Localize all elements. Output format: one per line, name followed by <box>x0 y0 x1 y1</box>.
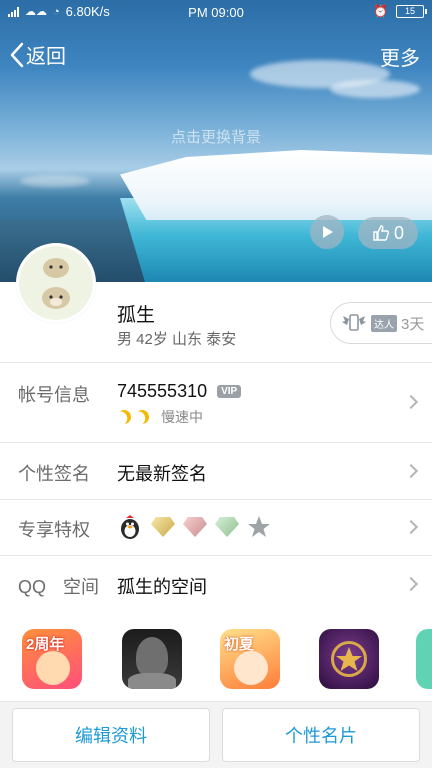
star-icon <box>336 647 362 671</box>
speed-status-label: 慢速中 <box>161 409 203 425</box>
back-button[interactable]: 返回 <box>10 40 66 69</box>
game-icon-strip: 2周年 初夏 <box>0 612 432 702</box>
like-count: 0 <box>393 222 404 243</box>
game-overlay-text: 2周年 <box>26 636 65 653</box>
yellow-diamond-icon <box>151 517 175 537</box>
nickname: 孤生 <box>117 305 156 326</box>
iceberg-top <box>120 150 432 220</box>
qq-penguin-icon <box>121 515 139 539</box>
play-button[interactable] <box>310 215 344 249</box>
row-label: 专享特权 <box>18 520 90 540</box>
chevron-right-icon <box>403 519 419 535</box>
info-list: 帐号信息 745555310 VIP 慢速中 个性签名 无最新签名 专享特权 Q… <box>0 362 432 613</box>
more-button[interactable]: 更多 <box>380 42 420 71</box>
qq-number-text: 745555310 <box>117 381 208 401</box>
play-icon <box>323 226 333 238</box>
nav-bar: 返回 更多 <box>0 36 432 72</box>
game-icon-star-badge[interactable] <box>319 629 379 689</box>
character-face <box>36 651 70 685</box>
avatar[interactable] <box>16 243 96 323</box>
avatar-image <box>19 246 93 320</box>
change-background-hint[interactable]: 点击更换背景 <box>0 126 432 147</box>
clock: PM 09:00 <box>188 5 244 20</box>
privilege-icons <box>117 514 271 540</box>
thumbs-up-icon <box>373 225 390 241</box>
row-account[interactable]: 帐号信息 745555310 VIP 慢速中 <box>0 363 432 443</box>
edit-profile-button[interactable]: 编辑资料 <box>12 708 210 762</box>
chevron-right-icon <box>403 394 419 410</box>
row-label-qq: QQ <box>18 577 47 597</box>
profile-details: 男 42岁 山东 泰安 <box>117 331 237 348</box>
cloud <box>330 80 420 98</box>
row-label: QQ 空间 <box>18 573 99 599</box>
star-icon <box>248 516 270 537</box>
signature-value: 无最新签名 <box>117 464 207 484</box>
game-icon-portrait[interactable] <box>122 629 182 689</box>
game-icon-chibi[interactable]: 初夏 <box>220 629 280 689</box>
hamster-icon <box>42 258 70 309</box>
alarm-icon: ⏰ <box>373 4 388 18</box>
chevron-right-icon <box>403 463 419 479</box>
winged-phone-icon <box>342 314 366 331</box>
moon-icon <box>133 408 151 426</box>
vip-badge: VIP <box>217 385 242 398</box>
row-privileges[interactable]: 专享特权 <box>0 500 432 556</box>
talent-label: 达人 <box>371 314 397 332</box>
row-label-space: 空间 <box>63 577 100 597</box>
back-label: 返回 <box>26 46 66 68</box>
row-signature[interactable]: 个性签名 无最新签名 <box>0 443 432 500</box>
green-diamond-icon <box>215 517 239 537</box>
personal-card-button[interactable]: 个性名片 <box>222 708 420 762</box>
cloud <box>20 175 90 187</box>
chevron-left-icon <box>10 42 24 67</box>
bottom-bar: 编辑资料 个性名片 <box>0 702 432 768</box>
speed-status: 慢速中 <box>117 407 203 427</box>
like-button[interactable]: 0 <box>358 217 418 249</box>
game-icon-partial[interactable] <box>416 629 432 689</box>
row-label: 个性签名 <box>18 464 90 484</box>
status-bar: ☁☁ ◔ 6.80K/s PM 09:00 ⏰ 15 <box>0 0 432 24</box>
moon-icon <box>115 408 133 426</box>
portrait-head <box>136 637 168 677</box>
qq-number: 745555310 VIP <box>117 381 242 402</box>
character-face <box>234 651 268 685</box>
talent-badge-button[interactable]: 达人 3天 <box>330 302 432 344</box>
battery-icon: 15 <box>396 4 427 18</box>
chevron-right-icon <box>403 576 419 592</box>
row-label: 帐号信息 <box>18 385 90 405</box>
row-qzone[interactable]: QQ 空间 孤生的空间 <box>0 556 432 613</box>
portrait-body <box>128 673 176 689</box>
red-diamond-icon <box>183 517 207 537</box>
qzone-value: 孤生的空间 <box>117 577 207 597</box>
game-icon-2-anniversary[interactable]: 2周年 <box>22 629 82 689</box>
talent-days: 3天 <box>401 315 425 333</box>
